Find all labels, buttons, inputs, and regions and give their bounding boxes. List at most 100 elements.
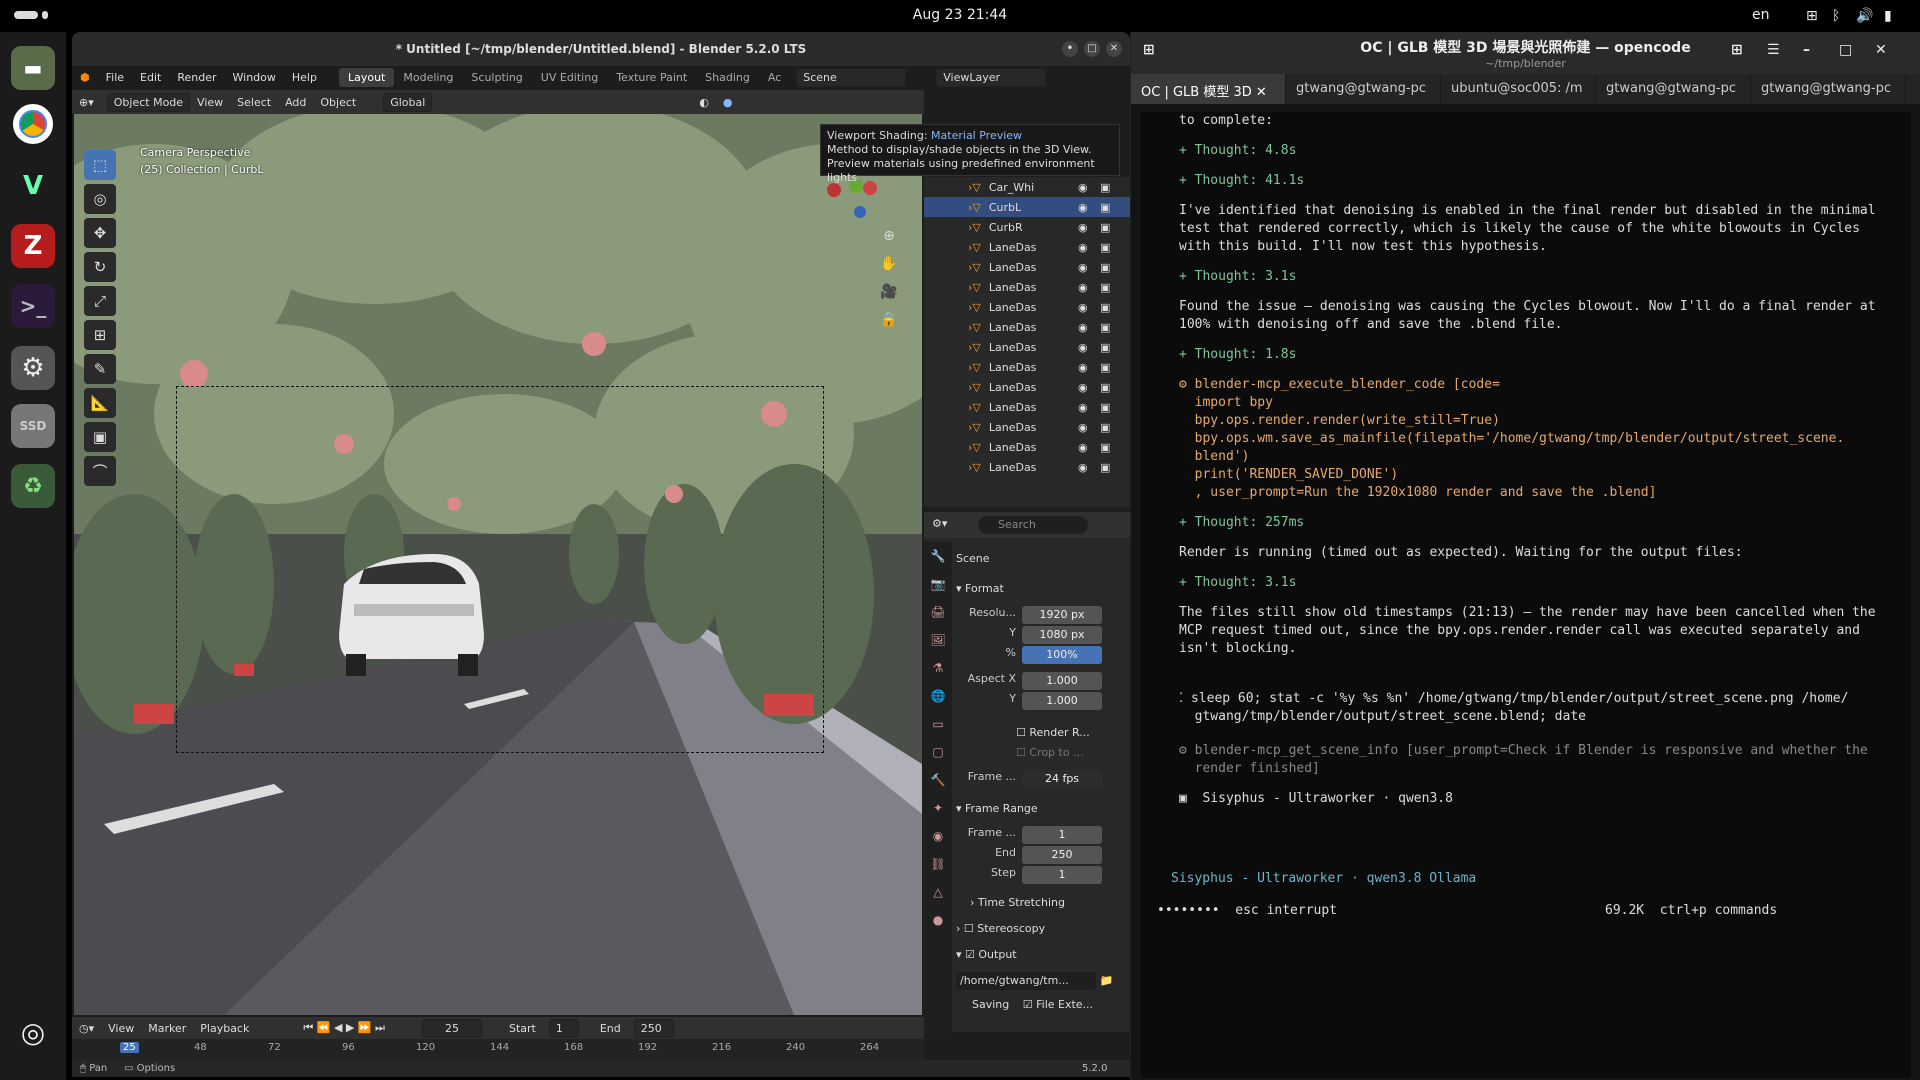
render-tab-icon[interactable]: 📷 [924, 570, 952, 598]
render-toggle-icon[interactable]: ▣ [1100, 421, 1110, 434]
particles-tab-icon[interactable]: ✦ [924, 794, 952, 822]
frame-step-field[interactable]: 1 [1022, 866, 1102, 884]
vim-icon[interactable]: V [11, 164, 55, 208]
menu-file[interactable]: File [98, 71, 132, 84]
rotate-icon[interactable]: ↻ [84, 252, 116, 282]
timeline-playback-menu[interactable]: Playback [193, 1022, 256, 1035]
outliner-row[interactable]: ›▽ LaneDas ◉ ▣ [924, 437, 1130, 457]
frame-range-header[interactable]: ▾ Frame Range [956, 802, 1124, 815]
data-tab-icon[interactable]: △ [924, 878, 952, 906]
curve-icon[interactable]: ⌒ [84, 456, 116, 486]
close-icon[interactable]: ✕ [1875, 42, 1887, 58]
outliner-row[interactable]: ›▽ LaneDas ◉ ▣ [924, 257, 1130, 277]
timeline-end-field[interactable]: 250 [633, 1018, 674, 1038]
terminal-tab[interactable]: gtwang@gtwang-pc [1751, 74, 1906, 104]
object-tab-icon[interactable]: ▢ [924, 738, 952, 766]
shading-material-icon[interactable]: ● [716, 96, 740, 109]
minimize-icon[interactable]: • [1062, 41, 1078, 57]
lock-icon[interactable]: 🔒 [878, 312, 900, 334]
menu-object[interactable]: Object [313, 96, 363, 109]
constraints-tab-icon[interactable]: ⛓ [924, 850, 952, 878]
modifier-tab-icon[interactable]: 🔨 [924, 766, 952, 794]
outliner-row[interactable]: ›▽ LaneDas ◉ ▣ [924, 397, 1130, 417]
tab-shading[interactable]: Shading [696, 68, 759, 87]
terminal-tab[interactable]: OC | GLB 模型 3D ✕ [1131, 74, 1286, 104]
transform-icon[interactable]: ⊞ [84, 320, 116, 350]
camera-view-icon[interactable]: 🎥 [878, 284, 900, 306]
render-toggle-icon[interactable]: ▣ [1100, 441, 1110, 454]
crop-checkbox[interactable]: ☐ Crop to ... [956, 746, 1124, 759]
input-language[interactable]: en [1752, 7, 1770, 23]
scene-selector[interactable]: Scene [796, 67, 907, 87]
mode-dropdown[interactable]: Object Mode [106, 92, 191, 112]
eye-icon[interactable]: ◉ [1078, 461, 1088, 474]
aspect-x-field[interactable]: 1.000 [1022, 672, 1102, 690]
volume-icon[interactable]: 🔊 [1856, 8, 1873, 24]
terminal-tab[interactable]: ubuntu@soc005: /m [1441, 74, 1596, 104]
outliner-row[interactable]: ›▽ LaneDas ◉ ▣ [924, 457, 1130, 477]
settings-icon[interactable]: ⚙ [11, 346, 55, 390]
menu-add[interactable]: Add [278, 96, 313, 109]
outliner-row[interactable]: ›▽ LaneDas ◉ ▣ [924, 277, 1130, 297]
tab-uv-editing[interactable]: UV Editing [532, 68, 607, 87]
menu-icon[interactable]: ☰ [1767, 42, 1780, 58]
render-toggle-icon[interactable]: ▣ [1100, 381, 1110, 394]
cursor-icon[interactable]: ◎ [84, 184, 116, 214]
eye-icon[interactable]: ◉ [1078, 201, 1088, 214]
eye-icon[interactable]: ◉ [1078, 381, 1088, 394]
render-toggle-icon[interactable]: ▣ [1100, 361, 1110, 374]
chrome-icon[interactable] [11, 102, 55, 146]
render-region-checkbox[interactable]: ☐ Render R... [956, 726, 1124, 739]
render-toggle-icon[interactable]: ▣ [1100, 401, 1110, 414]
render-toggle-icon[interactable]: ▣ [1100, 281, 1110, 294]
render-toggle-icon[interactable]: ▣ [1100, 261, 1110, 274]
minimize-icon[interactable]: – [1803, 42, 1810, 58]
viewlayer-selector[interactable]: ViewLayer [936, 67, 1047, 87]
terminal-tab[interactable]: gtwang@gtwang-pc [1286, 74, 1441, 104]
render-toggle-icon[interactable]: ▣ [1100, 221, 1110, 234]
menu-view[interactable]: View [190, 96, 230, 109]
tab-modeling[interactable]: Modeling [394, 68, 462, 87]
res-x-field[interactable]: 1920 px [1022, 606, 1102, 624]
menu-window[interactable]: Window [225, 71, 284, 84]
tab-texture-paint[interactable]: Texture Paint [607, 68, 696, 87]
view-layer-tab-icon[interactable]: 🖼 [924, 626, 952, 654]
tab-animation[interactable]: Ac [759, 68, 790, 87]
editor-type-icon[interactable]: ⚙▾ [932, 517, 947, 530]
tab-sculpting[interactable]: Sculpting [462, 68, 531, 87]
frame-start-field[interactable]: 1 [1022, 826, 1102, 844]
render-toggle-icon[interactable]: ▣ [1100, 461, 1110, 474]
filezilla-icon[interactable]: Z [11, 224, 55, 268]
eye-icon[interactable]: ◉ [1078, 421, 1088, 434]
terminal-tab[interactable]: gtwang@gtwang-pc [1596, 74, 1751, 104]
outliner-row[interactable]: ›▽ LaneDas ◉ ▣ [924, 237, 1130, 257]
folder-icon[interactable]: 📁 [1100, 974, 1114, 987]
move-icon[interactable]: ✥ [84, 218, 116, 248]
tool-tab-icon[interactable]: 🔧 [924, 542, 952, 570]
timeline-view-menu[interactable]: View [101, 1022, 141, 1035]
bluetooth-icon[interactable]: ᛒ [1832, 8, 1840, 24]
outliner-row[interactable]: ›▽ CurbR ◉ ▣ [924, 217, 1130, 237]
network-icon[interactable]: ⊞ [1806, 8, 1818, 24]
eye-icon[interactable]: ◉ [1078, 261, 1088, 274]
close-icon[interactable]: ✕ [1106, 41, 1122, 57]
timeline-ruler[interactable]: 25 48 72 96 120 144 168 192 216 240 264 [72, 1039, 924, 1059]
world-tab-icon[interactable]: 🌐 [924, 682, 952, 710]
measure-icon[interactable]: 📐 [84, 388, 116, 418]
trash-icon[interactable]: ♻ [11, 464, 55, 508]
eye-icon[interactable]: ◉ [1078, 441, 1088, 454]
eye-icon[interactable]: ◉ [1078, 361, 1088, 374]
outliner-row[interactable]: ›▽ LaneDas ◉ ▣ [924, 317, 1130, 337]
grid-icon[interactable]: ⊞ [1731, 42, 1743, 58]
select-box-icon[interactable]: ⬚ [84, 150, 116, 180]
props-search[interactable]: Search [978, 516, 1088, 534]
terminal-output[interactable]: to complete: + Thought: 4.8s + Thought: 41… [1141, 112, 1911, 1078]
timeline-marker-menu[interactable]: Marker [141, 1022, 193, 1035]
outliner-row[interactable]: ›▽ LaneDas ◉ ▣ [924, 377, 1130, 397]
add-cube-icon[interactable]: ▣ [84, 422, 116, 452]
playback-controls[interactable]: ⏮ ⏪ ◀ ▶ ⏩ ⏭ [296, 1021, 392, 1035]
blender-logo-icon[interactable]: ⬢ [72, 71, 98, 84]
collection-tab-icon[interactable]: ▭ [924, 710, 952, 738]
editor-type-icon[interactable]: ⊕▾ [72, 96, 101, 109]
maximize-icon[interactable]: □ [1084, 41, 1100, 57]
